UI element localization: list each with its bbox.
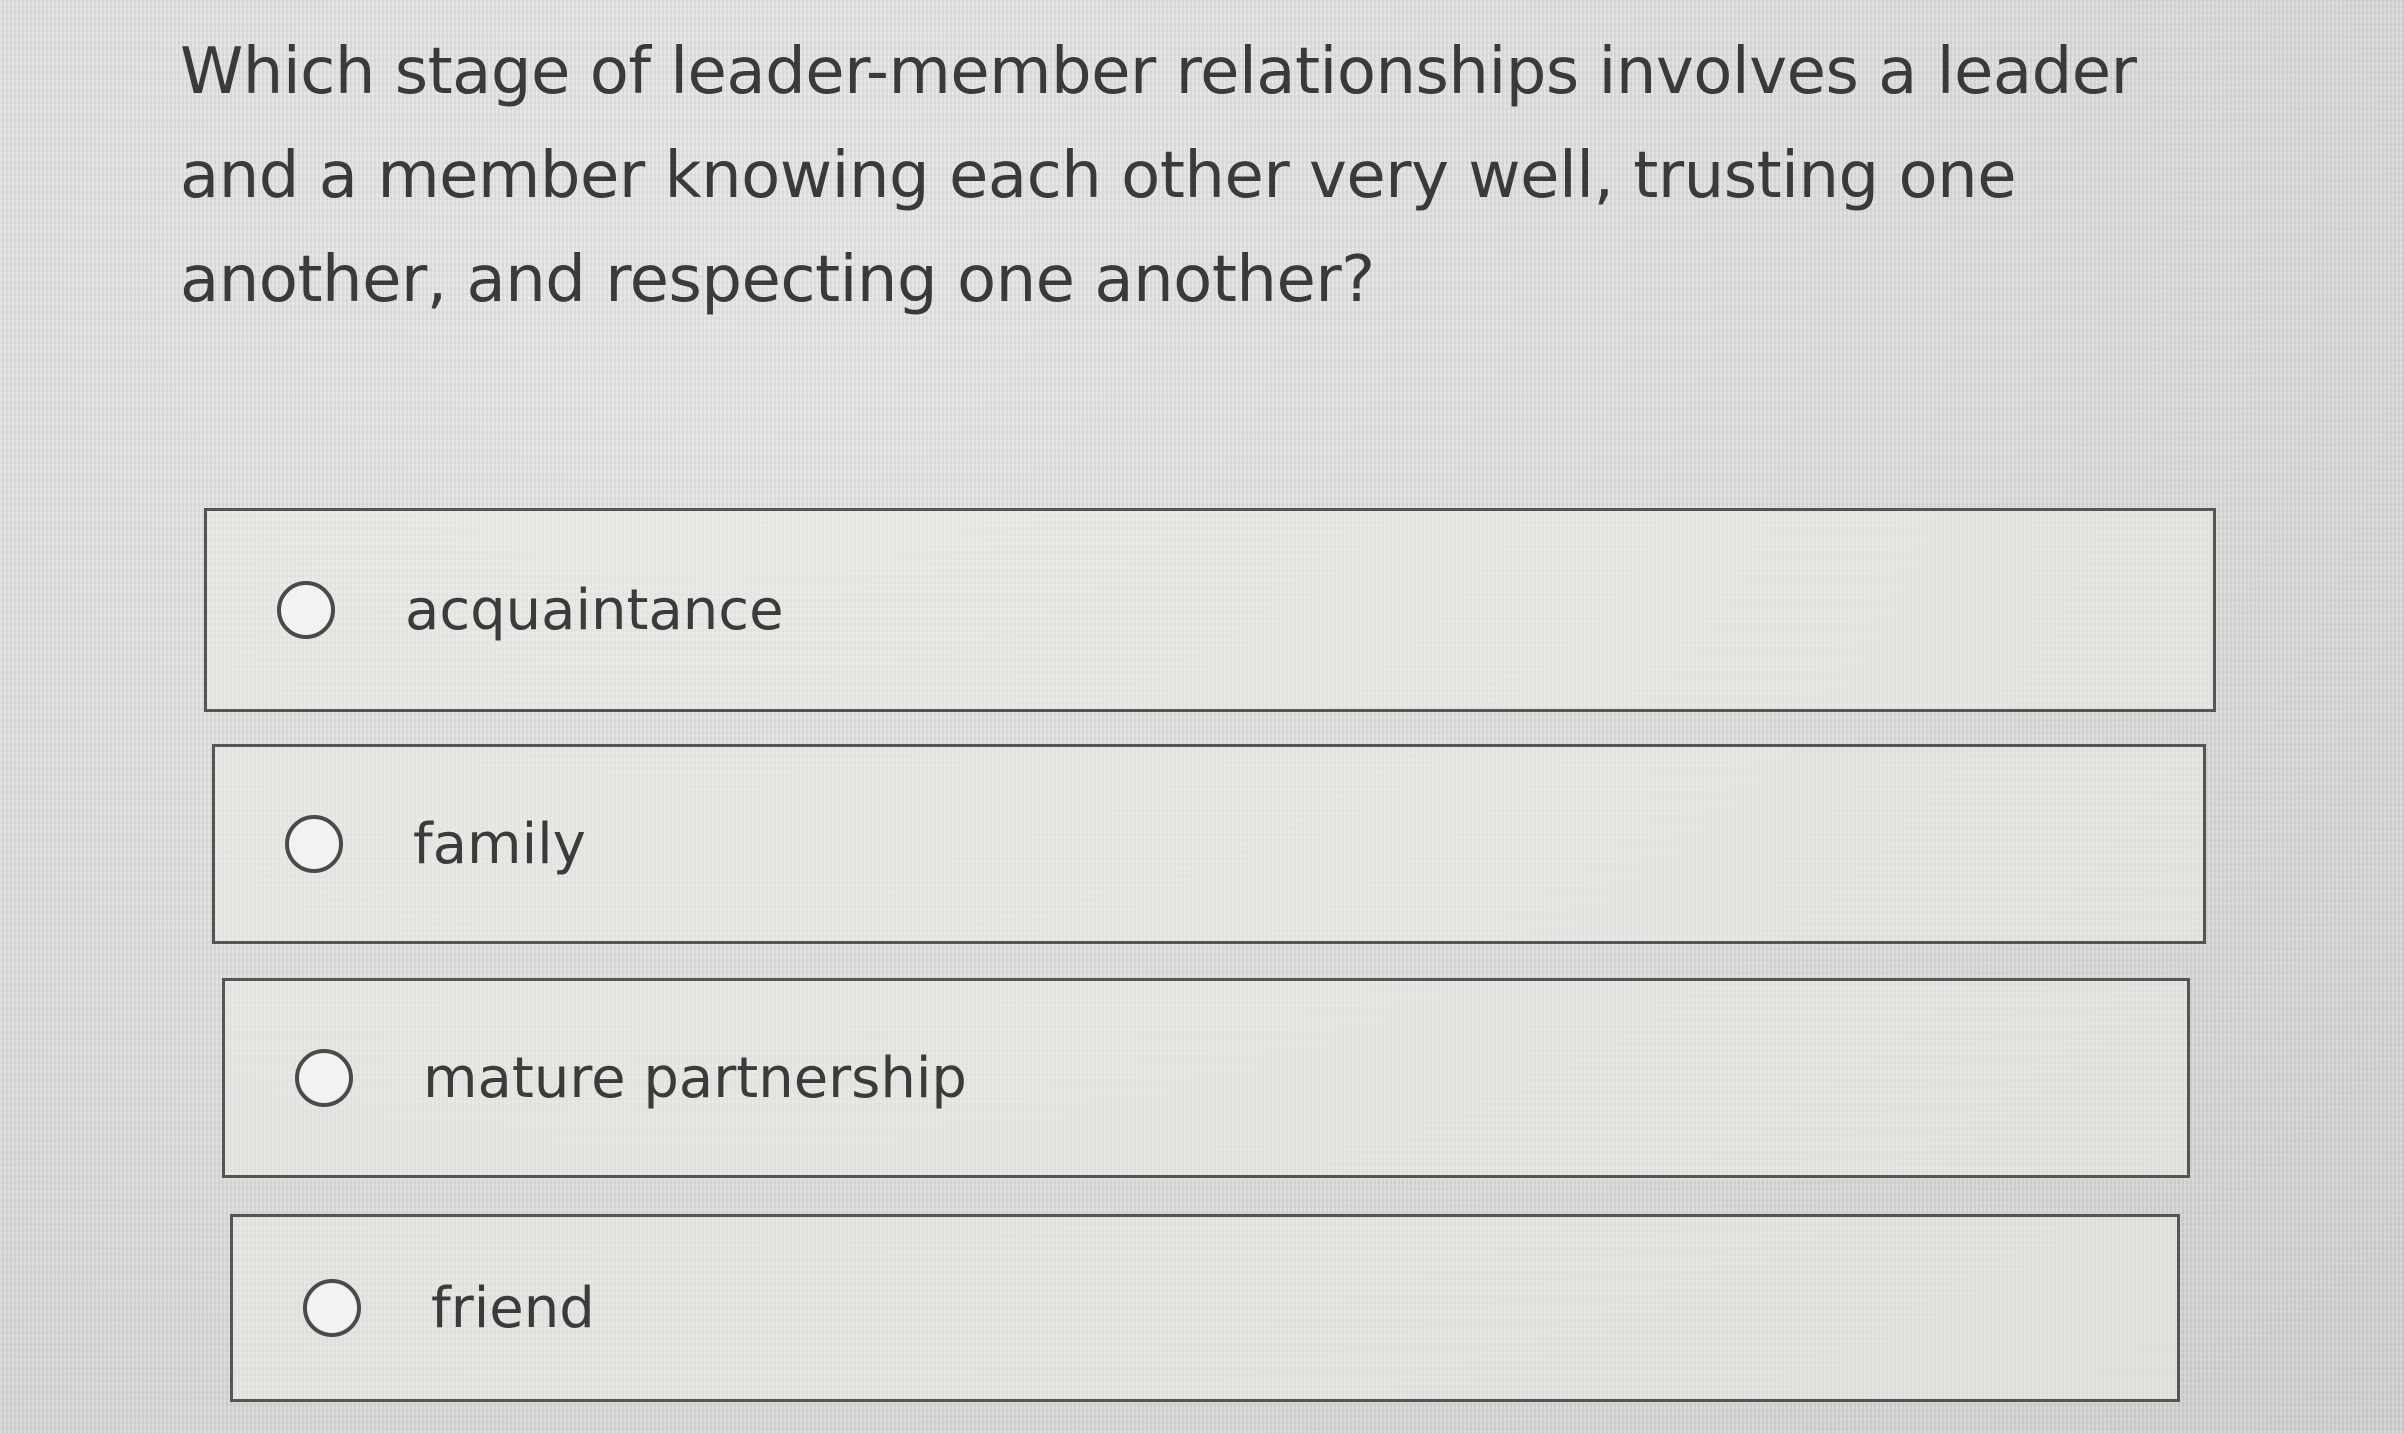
- option-label: friend: [431, 1275, 595, 1341]
- answer-options: acquaintance family mature partnership f…: [0, 0, 2404, 1433]
- radio-button-icon[interactable]: [295, 1049, 353, 1107]
- option-label: acquaintance: [405, 577, 784, 643]
- radio-button-icon[interactable]: [285, 815, 343, 873]
- answer-option-friend[interactable]: friend: [230, 1214, 2180, 1402]
- option-label: family: [413, 811, 586, 877]
- answer-option-acquaintance[interactable]: acquaintance: [204, 508, 2216, 712]
- answer-option-mature-partnership[interactable]: mature partnership: [222, 978, 2190, 1178]
- radio-button-icon[interactable]: [303, 1279, 361, 1337]
- option-label: mature partnership: [423, 1045, 967, 1111]
- radio-button-icon[interactable]: [277, 581, 335, 639]
- answer-option-family[interactable]: family: [212, 744, 2206, 944]
